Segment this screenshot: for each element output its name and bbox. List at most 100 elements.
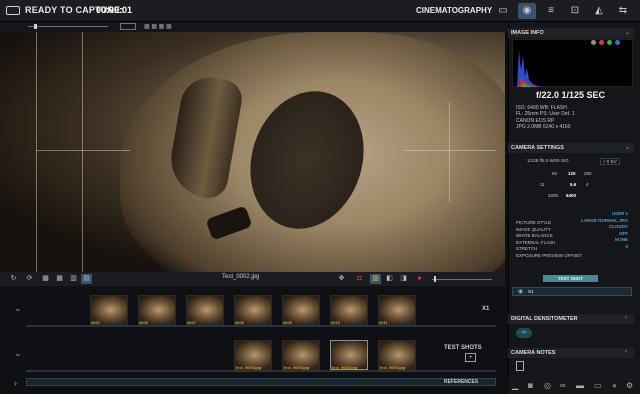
workflow-mode[interactable]: CINEMATOGRAPHY [416,6,492,15]
settings-icon[interactable]: ⚙ [626,381,633,390]
zoom-handle[interactable] [34,24,37,29]
row2-collapse-icon[interactable]: ⌄ [14,348,22,359]
setting-value: LARGE NORMAL JPG [581,217,628,223]
meta-line: JPG 2.0MB 6240 x 4160 [516,123,571,130]
channel-dot-gray[interactable] [591,40,596,45]
dial-value[interactable]: 3200 [548,193,558,198]
split-view-icon[interactable]: ◨ [398,274,409,284]
densitometer-header[interactable]: DIGITAL DENSITOMETER [508,314,634,324]
dial-value[interactable]: 6400 [566,193,576,198]
camera-small-icon[interactable]: ◙ [528,381,533,390]
setting-value: OFF [619,230,628,236]
info-icon[interactable]: ▭ [594,381,602,390]
camera-settings-header[interactable]: CAMERA SETTINGS [508,143,634,153]
image-info-title: IMAGE INFO [511,30,544,36]
zoom-slider[interactable] [28,26,108,27]
dial-value[interactable]: 5.6 [570,182,576,187]
strip-view-icon[interactable]: ▤ [81,274,92,284]
record-icon[interactable]: ● [612,381,617,390]
histogram-graph [517,50,543,87]
guide-line-horizontal[interactable] [36,150,130,151]
camera-tab-icon[interactable]: ◉ [518,3,536,19]
settings-dial[interactable]: 60 125 250 11 5.6 4 3200 6400 [522,168,620,204]
bottom-toolbar: ▁ ◙ ◎ ∞ ▬ ▭ ● ⚙ [508,378,640,394]
lens-icon[interactable]: ◎ [544,381,551,390]
collapse-icon[interactable]: ⌄ [625,144,630,151]
image-info-header[interactable]: IMAGE INFO [508,28,634,38]
dial-value[interactable]: 125 [568,171,576,176]
current-filename: Test_0002.jpg [222,274,260,280]
setting-label: EXPOSURE PREVIEW OFFSET [516,252,583,258]
viewer-toolbar: ▦ ▦ ▦ ▦ [0,22,508,32]
expand-icon[interactable]: ‹ [625,315,627,321]
rotate-icon[interactable]: ↻ [8,274,19,284]
link-icon[interactable]: ∞ [560,381,566,390]
exposure-readout: f/22.0 1/125 SEC [536,90,606,100]
focus-tab-icon[interactable]: ⊡ [566,3,584,19]
add-test-shot-icon[interactable]: + [465,353,476,362]
guide-line-vertical[interactable] [36,32,37,272]
grid-large-icon[interactable]: ▥ [68,274,79,284]
densitometer-title: DIGITAL DENSITOMETER [511,316,578,322]
color-channel-icon[interactable]: ▥ [370,274,381,284]
capture-timer: 00:00:01 [96,5,133,15]
move-icon[interactable]: ✥ [336,274,347,284]
strip-slider-handle[interactable] [434,276,436,282]
thumbnail-label: Test_0001.jpg [379,365,406,370]
settings-list: PICTURE STYLE USER 1 IMAGE QUALITY LARGE N… [516,211,628,258]
thumbnail-label: Test_0002.jpg [331,365,358,370]
camera-icon: ◉ [518,289,524,295]
histogram [512,39,633,87]
notes-icon[interactable] [516,361,524,371]
references-label: REFERENCES [444,379,479,385]
channel-dot-blue[interactable] [615,40,620,45]
dial-value[interactable]: 60 [552,171,557,176]
row1-label: X1 [482,306,490,312]
setting-value: USER 1 [611,211,628,216]
expand-icon[interactable]: ‹ [625,349,627,355]
references-bar[interactable] [26,378,496,386]
channel-dot-red[interactable] [599,40,604,45]
row3-expand-icon[interactable]: › [14,378,17,388]
channel-dot-green[interactable] [607,40,612,45]
rgb-icon[interactable]: ● [414,274,425,284]
setting-value: CLOUDY [609,224,628,229]
adjust-tab-icon[interactable]: ≡ [542,3,560,19]
grid-medium-icon[interactable]: ▦ [54,274,65,284]
compare-view-icon[interactable]: ◧ [384,274,395,284]
thumbnail-label: 0001 [91,320,100,325]
flash-icon[interactable]: ▬ [576,381,584,390]
filmstrip-toolbar: ↻ ⟳ ▦ ▦ ▥ ▤ Test_0002.jpg ✥ ◘ ▥ ◧ ◨ ● [0,272,505,286]
collapse-icon[interactable]: ⌄ [625,29,630,36]
image-viewer[interactable] [0,32,505,272]
grid-icons[interactable]: ▦ ▦ ▦ ▦ [144,23,172,30]
densitometer-icon[interactable]: ∞ [516,328,532,338]
thumbnail-label: 0010 [331,320,340,325]
top-bar: READY TO CAPTURE: 00:00:01 CINEMATOGRAPH… [0,0,640,22]
setting-row[interactable]: EXPOSURE PREVIEW OFFSET 0 [516,244,628,258]
thumbnail-label: 0008 [235,320,244,325]
strip-slider[interactable] [432,279,492,280]
row2-label: TEST SHOTS [444,345,482,351]
dial-value[interactable]: 11 [540,182,545,187]
row1-collapse-icon[interactable]: ⌄ [14,303,22,314]
dial-value[interactable]: 250 [584,171,592,176]
guide-line-vertical[interactable] [82,32,83,272]
tool-icon[interactable]: ▁ [512,381,518,390]
dial-value[interactable]: 4 [586,182,589,187]
color-tab-icon[interactable]: ◭ [590,3,608,19]
capture-small-icon[interactable]: ◘ [354,274,365,284]
row1-track [26,325,496,327]
camera-notes-header[interactable]: CAMERA NOTES [508,348,634,358]
monitor-icon[interactable]: ▭ [494,3,512,19]
grid-small-icon[interactable]: ▦ [40,274,51,284]
compare-tab-icon[interactable]: ⇆ [614,3,632,19]
sync-icon[interactable]: ⟳ [24,274,35,284]
settings-summary: 1/125 f/5.0 6400 ISO [527,158,569,163]
crosshair-vertical [449,102,450,202]
ev-value[interactable]: + 0 EV [600,158,620,165]
overlay-toggle-icon[interactable] [120,23,136,30]
test-shot-button[interactable]: TEST SHOT [543,275,598,282]
meta-line: FL: 25mm PS: User Def. 1 [516,111,575,118]
image-metadata: ISO: 6400 WB: FLASH FL: 25mm PS: User De… [516,105,575,130]
